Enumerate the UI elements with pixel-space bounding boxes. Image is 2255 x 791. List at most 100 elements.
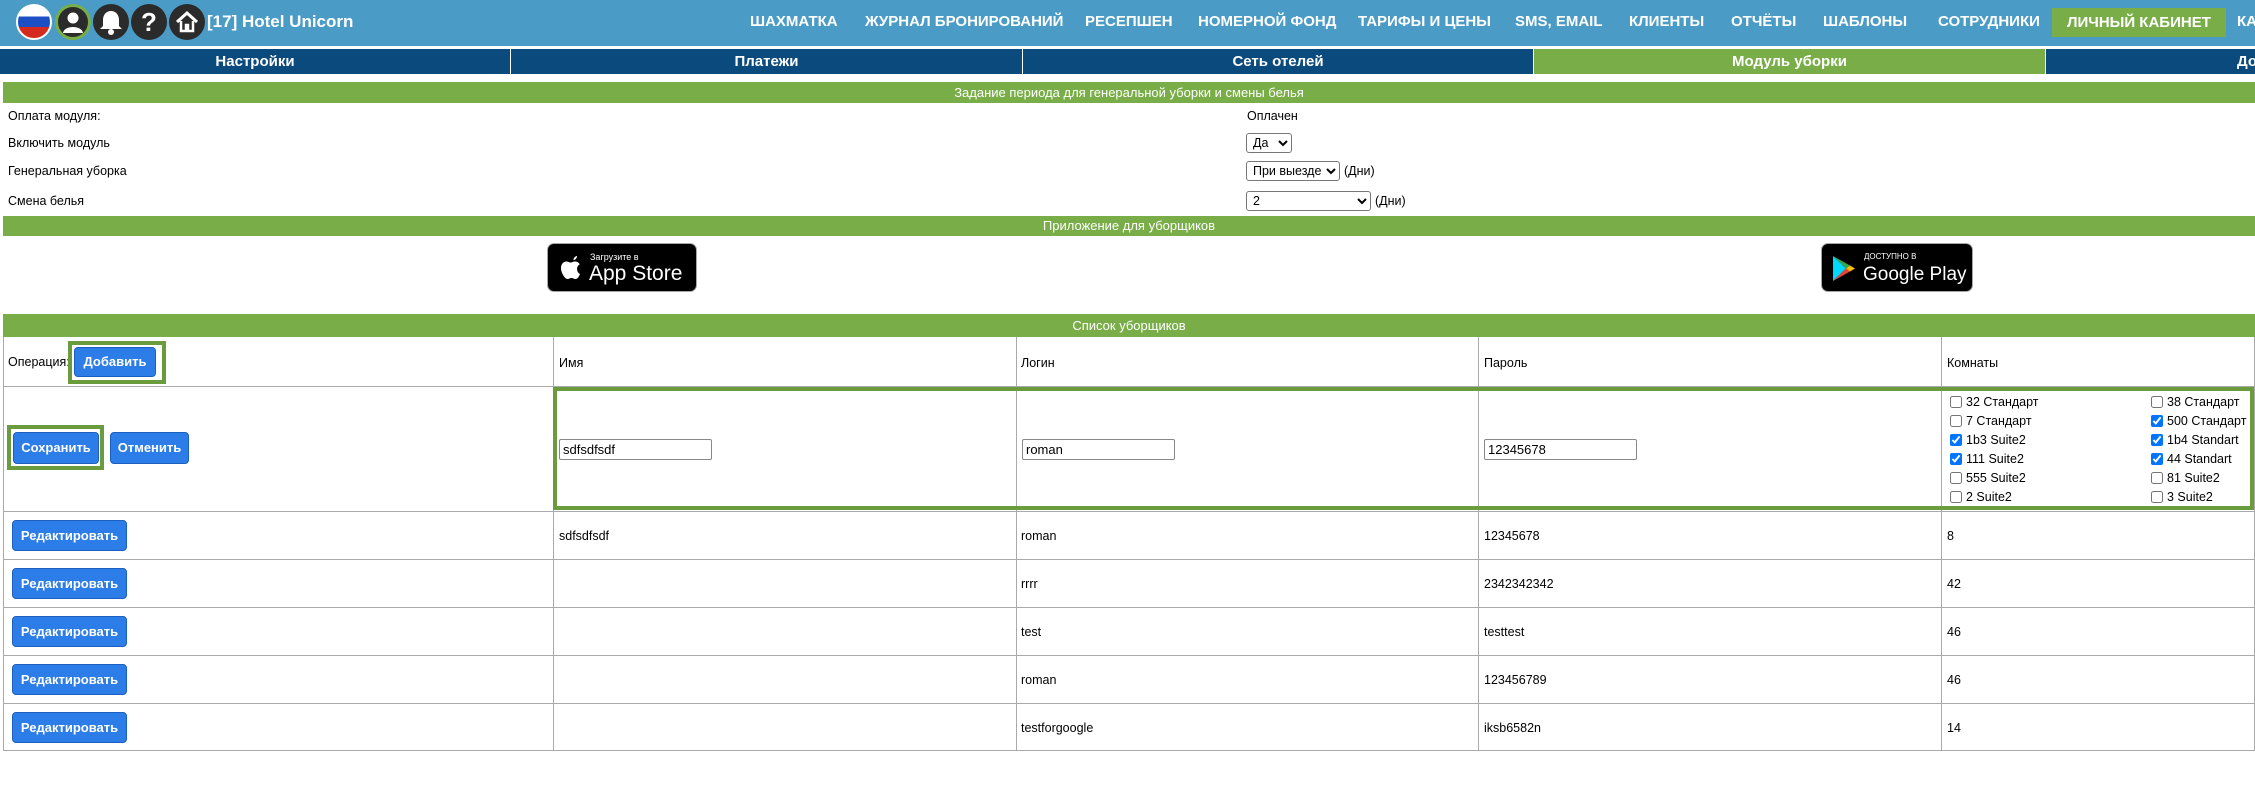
cleaner-password-cell: 2342342342 <box>1484 577 1554 591</box>
apple-icon <box>561 256 580 279</box>
room-option[interactable]: 81 Suite2 <box>2151 471 2220 485</box>
room-label: 1b4 Standart <box>2167 433 2239 447</box>
table-row <box>4 656 2255 704</box>
cleaners-section-title: Список уборщиков <box>3 314 2255 337</box>
cleaner-login-input[interactable] <box>1022 439 1175 460</box>
room-checkbox[interactable] <box>2151 396 2163 408</box>
nav-booking-journal[interactable]: ЖУРНАЛ БРОНИРОВАНИЙ <box>865 13 1063 30</box>
google-play-big-text: Google Play <box>1863 264 1967 285</box>
edit-button[interactable]: Редактировать <box>12 664 127 695</box>
tab-settings[interactable]: Настройки <box>0 49 511 74</box>
cleaner-rooms-count-cell: 46 <box>1947 625 1961 639</box>
nav-clients[interactable]: КЛИЕНТЫ <box>1629 13 1704 30</box>
nav-staff[interactable]: СОТРУДНИКИ <box>1938 13 2040 30</box>
top-bar: ? [17] Hotel Unicorn ШАХМАТКА ЖУРНАЛ БРО… <box>0 0 2255 46</box>
room-option[interactable]: 500 Стандарт <box>2151 414 2246 428</box>
room-option[interactable]: 38 Стандарт <box>2151 395 2240 409</box>
room-checkbox[interactable] <box>2151 434 2163 446</box>
cleaner-rooms-count-cell: 42 <box>1947 577 1961 591</box>
room-checkbox[interactable] <box>2151 491 2163 503</box>
general-cleaning-label: Генеральная уборка <box>8 164 127 178</box>
tab-payments[interactable]: Платежи <box>511 49 1023 74</box>
room-checkbox[interactable] <box>1950 472 1962 484</box>
room-option[interactable]: 2 Suite2 <box>1950 490 2012 504</box>
help-icon[interactable]: ? <box>131 4 167 40</box>
nav-room-stock[interactable]: НОМЕРНОЙ ФОНД <box>1198 13 1336 30</box>
cancel-button[interactable]: Отменить <box>110 432 189 464</box>
nav-more[interactable]: КА <box>2237 13 2255 30</box>
payment-status: Оплачен <box>1247 109 1298 123</box>
home-icon[interactable] <box>169 4 205 40</box>
room-checkbox[interactable] <box>2151 415 2163 427</box>
room-option[interactable]: 32 Стандарт <box>1950 395 2039 409</box>
room-option[interactable]: 1b4 Standart <box>2151 433 2239 447</box>
nav-chessboard[interactable]: ШАХМАТКА <box>750 13 838 30</box>
google-play-badge[interactable]: ДОСТУПНО В Google Play <box>1821 243 1973 292</box>
add-button[interactable]: Добавить <box>74 347 156 377</box>
nav-rates[interactable]: ТАРИФЫ И ЦЕНЫ <box>1358 13 1491 30</box>
cleaner-name-input[interactable] <box>559 439 712 460</box>
tab-hotel-network[interactable]: Сеть отелей <box>1023 49 1534 74</box>
app-store-badge[interactable]: Загрузите в App Store <box>547 243 697 292</box>
room-label: 3 Suite2 <box>2167 490 2213 504</box>
linen-change-days: (Дни) <box>1375 194 1406 208</box>
room-checkbox[interactable] <box>2151 472 2163 484</box>
nav-sms-email[interactable]: SMS, EMAIL <box>1515 13 1603 30</box>
app-section-title: Приложение для уборщиков <box>3 216 2255 236</box>
room-label: 555 Suite2 <box>1966 471 2026 485</box>
general-cleaning-days: (Дни) <box>1344 164 1375 178</box>
room-label: 111 Suite2 <box>1966 452 2024 466</box>
cleaner-password-cell: testtest <box>1484 625 1525 639</box>
room-checkbox[interactable] <box>1950 415 1962 427</box>
tab-more[interactable]: До <box>2046 49 2255 74</box>
column-header-name: Имя <box>559 356 584 370</box>
table-row <box>4 608 2255 656</box>
nav-personal-account[interactable]: ЛИЧНЫЙ КАБИНЕТ <box>2052 8 2226 37</box>
edit-button[interactable]: Редактировать <box>12 520 127 551</box>
room-checkbox[interactable] <box>1950 434 1962 446</box>
general-cleaning-select[interactable]: При выезде <box>1246 161 1340 181</box>
room-checkbox[interactable] <box>2151 453 2163 465</box>
tab-cleaning-module[interactable]: Модуль уборки <box>1534 49 2046 74</box>
edit-button[interactable]: Редактировать <box>12 712 127 743</box>
room-option[interactable]: 555 Suite2 <box>1950 471 2026 485</box>
app-store-small-text: Загрузите в <box>590 252 639 262</box>
room-checkbox[interactable] <box>1950 453 1962 465</box>
nav-reports[interactable]: ОТЧЁТЫ <box>1731 13 1796 30</box>
user-icon[interactable] <box>55 4 91 40</box>
table-row <box>4 704 2255 752</box>
room-label: 500 Стандарт <box>2167 414 2247 428</box>
room-option[interactable]: 111 Suite2 <box>1950 452 2024 466</box>
enable-module-select[interactable]: Да <box>1246 133 1292 153</box>
russian-flag-icon[interactable] <box>16 4 52 40</box>
cleaner-password-cell: iksb6582n <box>1484 721 1541 735</box>
column-header-rooms: Комнаты <box>1947 356 1999 370</box>
nav-templates[interactable]: ШАБЛОНЫ <box>1823 13 1907 30</box>
hotel-name[interactable]: [17] Hotel Unicorn <box>207 12 353 32</box>
room-option[interactable]: 44 Standart <box>2151 452 2232 466</box>
app-store-big-text: App Store <box>589 262 683 285</box>
google-play-icon <box>1833 256 1855 281</box>
cleaner-rooms-count-cell: 46 <box>1947 673 1961 687</box>
table-header-row <box>4 337 2255 387</box>
room-option[interactable]: 1b3 Suite2 <box>1950 433 2026 447</box>
linen-change-select[interactable]: 2 <box>1246 191 1371 211</box>
settings-tabs: Настройки Платежи Сеть отелей Модуль убо… <box>0 49 2255 74</box>
cleaner-password-cell: 123456789 <box>1484 673 1547 687</box>
save-button[interactable]: Сохранить <box>13 432 99 464</box>
room-checkbox[interactable] <box>1950 396 1962 408</box>
room-checkbox[interactable] <box>1950 491 1962 503</box>
nav-reception[interactable]: РЕСЕПШЕН <box>1085 13 1173 30</box>
operation-label: Операция: <box>8 355 70 369</box>
payment-label: Оплата модуля: <box>8 109 101 123</box>
table-row <box>4 512 2255 560</box>
room-label: 32 Стандарт <box>1966 395 2039 409</box>
edit-button[interactable]: Редактировать <box>12 568 127 599</box>
room-option[interactable]: 3 Suite2 <box>2151 490 2213 504</box>
room-option[interactable]: 7 Стандарт <box>1950 414 2032 428</box>
linen-change-label: Смена белья <box>8 194 85 208</box>
cleaner-password-input[interactable] <box>1484 439 1637 460</box>
edit-button[interactable]: Редактировать <box>12 616 127 647</box>
bell-icon[interactable] <box>93 4 129 40</box>
cleaner-rooms-count-cell: 8 <box>1947 529 1954 543</box>
